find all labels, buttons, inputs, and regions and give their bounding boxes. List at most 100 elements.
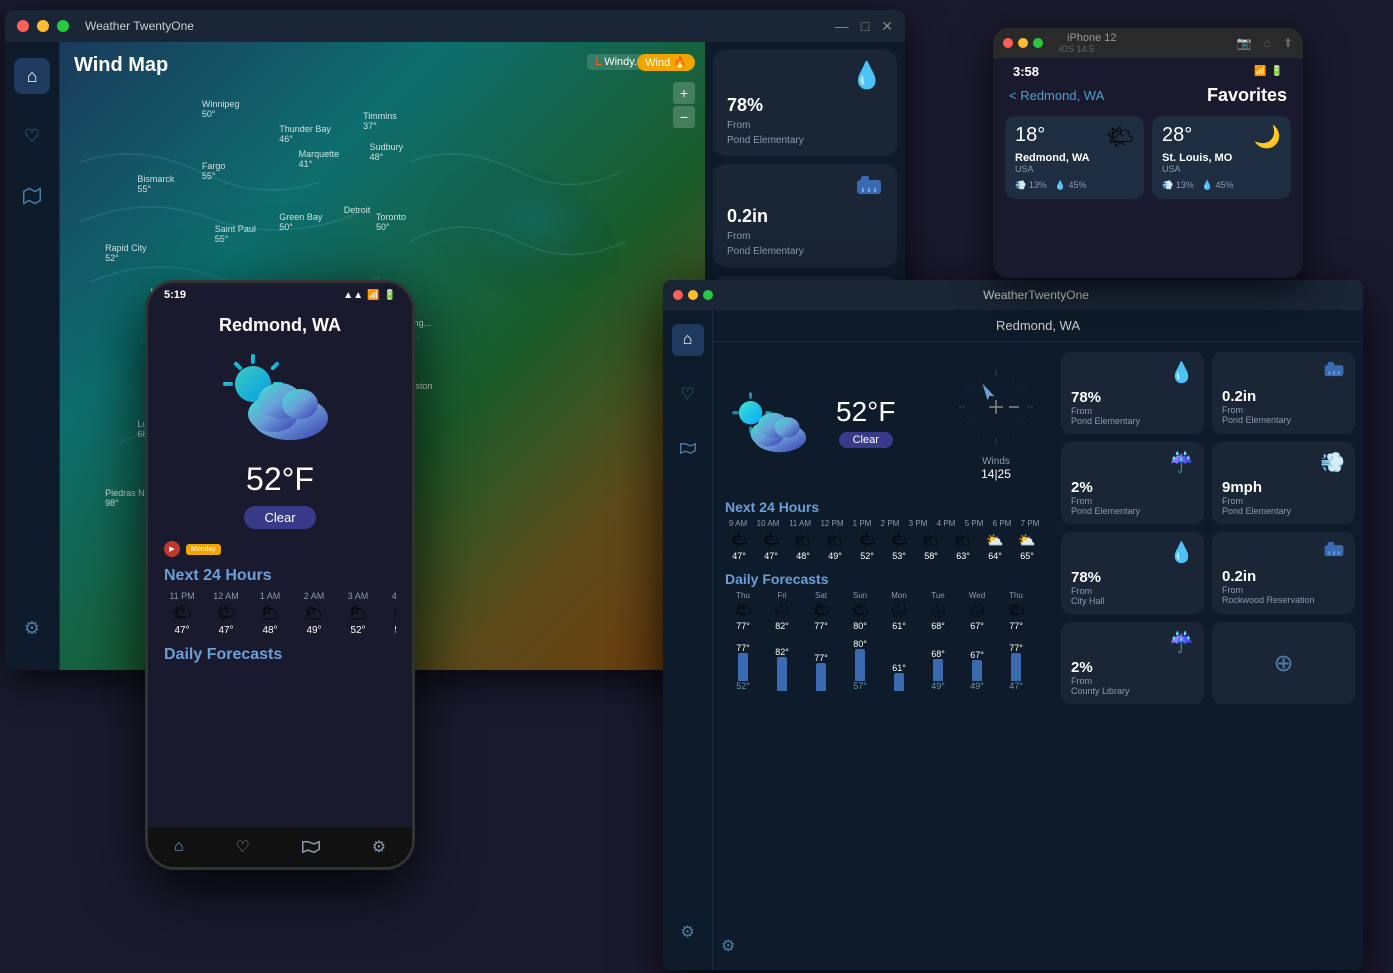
daily-5: Tue 🌧 68° <box>920 591 956 631</box>
popup-max-dot[interactable] <box>703 290 713 300</box>
iphone-screenshot-icon[interactable]: 📷 <box>1237 36 1252 50</box>
precip-location: Pond Elementary <box>727 246 883 257</box>
fav-wind-stlouis: 💨 13% <box>1162 180 1194 191</box>
popup-card-rain-countylibrary: ☔ 2% From County Library <box>1061 622 1204 704</box>
hourly-item-4: 3 AM 🌥 52° <box>340 591 376 636</box>
popup-wind-section: Winds 14|25 <box>951 362 1041 481</box>
iphone-home-icon[interactable]: ⌂ <box>1264 36 1271 50</box>
signal-icon: ▲▲ <box>343 290 363 301</box>
bar-5: 68° 49° <box>920 649 956 691</box>
popup-min-dot[interactable] <box>688 290 698 300</box>
fav-city-stlouis: St. Louis, MO <box>1162 152 1281 164</box>
popup-card-wind-pond: 💨 9mph From Pond Elementary <box>1212 442 1355 524</box>
weather-card-humidity: 💧 78% From Pond Elementary <box>713 50 897 156</box>
battery-icon: 🔋 <box>384 290 396 301</box>
bar-7: 77° 47° <box>998 643 1034 691</box>
ph-2: 🌥48° <box>789 532 817 561</box>
wifi-icon: 📶 <box>1254 66 1266 77</box>
ph-9: ⛅65° <box>1013 532 1041 561</box>
iphone-share-icon[interactable]: ⬆ <box>1283 36 1293 50</box>
popup-main-weather: 52°F Clear <box>725 354 1041 489</box>
iphone-favorites-grid: 18° 🌤 Redmond, WA USA 💨 13% 💧 45% 28° 🌙 … <box>993 110 1303 205</box>
popup-sidebar-favorites[interactable]: ♡ <box>672 378 704 410</box>
favorite-card-redmond[interactable]: 18° 🌤 Redmond, WA USA 💨 13% 💧 45% <box>1005 116 1144 199</box>
popup-card-humidity-cityhall: 💧 78% From City Hall <box>1061 532 1204 614</box>
iphone-back-button[interactable]: < Redmond, WA <box>1009 88 1104 103</box>
popup-sidebar-map[interactable] <box>672 432 704 464</box>
fav-city-redmond: Redmond, WA <box>1015 152 1134 164</box>
ph-8: ⛅64° <box>981 532 1009 561</box>
iphone-max-dot[interactable] <box>1033 38 1043 48</box>
humidity-value: 78% <box>727 95 883 116</box>
android-nav-map[interactable] <box>302 840 320 854</box>
sidebar-item-home[interactable]: ⌂ <box>14 58 50 94</box>
weather-popup-window: WeatherTwentyOne ⌂ ♡ ⚙ Redmond, WA <box>663 280 1363 970</box>
fav-stats-stlouis: 💨 13% 💧 45% <box>1162 180 1281 191</box>
ph-7: 🌥63° <box>949 532 977 561</box>
popup-app-title: WeatherTwentyOne <box>719 288 1353 302</box>
monday-badge: Monday <box>186 544 221 555</box>
bar-3: 80° 57° <box>842 639 878 691</box>
county-library-label: County Library <box>1071 686 1194 696</box>
android-hourly-forecast: 11 PM 🌤 47° 12 AM 🌤 47° 1 AM 🌥 48° 2 AM … <box>164 591 396 636</box>
hourly-item-2: 1 AM 🌥 48° <box>252 591 288 636</box>
close-button[interactable]: ✕ <box>881 18 893 35</box>
android-nav-favorites[interactable]: ♡ <box>236 837 250 857</box>
bar-8: 82° 52° <box>1037 639 1041 691</box>
wind-dial-svg <box>951 362 1041 452</box>
ph-1: 🌤47° <box>757 532 785 561</box>
map-zoom-controls: + − <box>673 82 695 128</box>
popup-rain-countylibrary-icon: ☔ <box>1071 630 1194 655</box>
sidebar-item-favorites[interactable]: ♡ <box>14 118 50 154</box>
iphone-simulator-frame: iPhone 12 iOS 14.5 📷 ⌂ ⬆ 3:58 📶 🔋 < Redm… <box>993 28 1303 278</box>
zoom-in-button[interactable]: + <box>673 82 695 104</box>
bar-2: 77° <box>803 653 839 691</box>
popup-city-header: Redmond, WA <box>713 310 1363 342</box>
popup-add-card-button[interactable]: ⊕ <box>1212 622 1355 704</box>
iphone-device-info: iPhone 12 iOS 14.5 <box>1059 32 1117 54</box>
popup-humidity-icon: 💧 <box>1071 360 1194 385</box>
popup-sidebar-home[interactable]: ⌂ <box>672 324 704 356</box>
android-temperature: 52°F <box>164 461 396 498</box>
fav-temp-stlouis: 28° <box>1162 124 1192 147</box>
android-time: 5:19 <box>164 289 186 301</box>
favorite-card-stlouis[interactable]: 28° 🌙 St. Louis, MO USA 💨 13% 💧 45% <box>1152 116 1291 199</box>
popup-precip-rockwood-icon <box>1222 540 1345 564</box>
popup-settings-gear[interactable]: ⚙ <box>721 936 735 956</box>
iphone-toolbar: 📷 ⌂ ⬆ <box>1237 36 1293 50</box>
precip-icon <box>727 174 883 202</box>
play-button[interactable]: ▶ <box>164 541 180 557</box>
popup-next24-section: Next 24 Hours 9 AM 10 AM 11 AM 12 PM 1 P… <box>725 499 1041 561</box>
bar-4: 61° <box>881 663 917 691</box>
popup-content: ⌂ ♡ ⚙ Redmond, WA <box>663 310 1363 970</box>
fav-humidity-stlouis: 💧 45% <box>1202 180 1234 191</box>
maximize-dot[interactable] <box>57 20 69 32</box>
popup-sidebar: ⌂ ♡ ⚙ <box>663 310 713 970</box>
fav-humidity-redmond: 💧 45% <box>1055 180 1087 191</box>
popup-humidity-value: 78% <box>1071 389 1194 406</box>
close-dot[interactable] <box>17 20 29 32</box>
iphone-min-dot[interactable] <box>1018 38 1028 48</box>
minimize-dot[interactable] <box>37 20 49 32</box>
wind-speed-value: 14|25 <box>981 467 1011 481</box>
zoom-out-button[interactable]: − <box>673 106 695 128</box>
iphone-close-dot[interactable] <box>1003 38 1013 48</box>
popup-sidebar-settings[interactable]: ⚙ <box>672 916 704 948</box>
android-nav-home[interactable]: ⌂ <box>174 838 184 856</box>
popup-close-dot[interactable] <box>673 290 683 300</box>
popup-wind-card-icon: 💨 <box>1222 450 1345 475</box>
android-phone: 5:19 ▲▲ 📶 🔋 Redmond, WA <box>145 280 415 870</box>
sidebar-item-map[interactable] <box>14 178 50 214</box>
android-status-bar: 5:19 ▲▲ 📶 🔋 <box>148 283 412 307</box>
popup-right-panel: 💧 78% From Pond Elementary 0.2in From <box>1053 342 1363 970</box>
android-weather-icon <box>164 346 396 451</box>
android-nav-settings[interactable]: ⚙ <box>372 837 386 857</box>
map-title: Wind Map <box>74 54 168 77</box>
popup-next24-title: Next 24 Hours <box>725 499 1041 515</box>
popup-titlebar: WeatherTwentyOne <box>663 280 1363 310</box>
restore-button[interactable]: □ <box>861 18 869 35</box>
fav-temp-redmond: 18° <box>1015 124 1045 147</box>
sidebar-item-settings[interactable]: ⚙ <box>14 610 50 646</box>
window-controls: — □ ✕ <box>835 18 893 35</box>
minimize-button[interactable]: — <box>835 18 849 35</box>
